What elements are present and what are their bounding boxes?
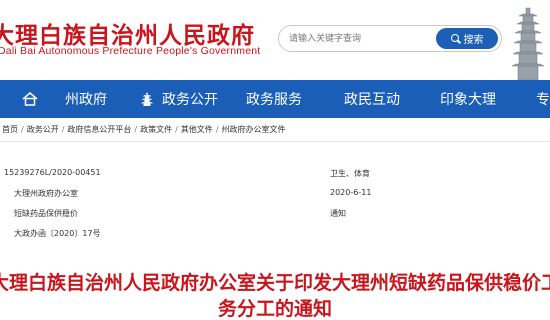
home-icon [22,92,38,106]
meta-title: 短缺药品保供稳价 [14,209,78,218]
meta-row: 短缺药品保供稳价 通知 [0,208,550,226]
nav-item-label: 政务公开 [162,92,218,108]
breadcrumb-separator: / [215,125,219,134]
search-icon [450,33,461,44]
meta-doc-number: 大政办函〔2020〕17号 [14,229,101,238]
breadcrumb-other-files[interactable]: 其他文件 [181,124,213,135]
search-button-label: 搜索 [463,35,484,46]
meta-doc-type: 通知 [330,209,346,218]
document-title-line1: 大理白族自治州人民政府办公室关于印发大理州短缺药品保供稳价工 [0,272,550,294]
breadcrumb-policy-files[interactable]: 政策文件 [140,124,172,135]
meta-row: 大理州政府办公室 2020-6-11 [0,188,550,206]
site-subtitle: Dali Bai Autonomous Prefecture People's … [0,45,261,57]
nav-item-prefecture-gov[interactable]: 州政府 [22,80,107,118]
nav-item-label: 专 [536,92,550,108]
nav-item-gov-services[interactable]: 政务服务 [246,80,302,118]
breadcrumb-separator: / [21,125,24,134]
pagoda-icon [140,92,154,106]
meta-row: 大政办函〔2020〕17号 [0,228,550,246]
document-title-line2: 务分工的通知 [217,298,332,320]
nav-item-gov-affairs-open[interactable]: 政务公开 [140,80,218,118]
pagoda-icon [506,4,550,80]
main-nav: 州政府 政务公开 政务服务 政民互动 印象大理 专 [0,80,550,118]
nav-item-special[interactable]: 专 [536,80,550,118]
breadcrumb-separator: / [134,125,138,134]
breadcrumb: 首页 / 政务公开 / 政府信息公开平台 / 政策文件 / 其他文件 / 州政府… [0,118,550,142]
breadcrumb-info-platform[interactable]: 政府信息公开平台 [67,124,131,135]
breadcrumb-office-files[interactable]: 州政府办公室文件 [222,124,286,135]
meta-index-number: 15239276L/2020-00451 [4,168,101,177]
meta-publisher: 大理州政府办公室 [14,189,78,198]
breadcrumb-separator: / [175,125,178,134]
meta-date: 2020-6-11 [330,188,372,197]
breadcrumb-gov-affairs-open[interactable]: 政务公开 [27,124,59,135]
nav-item-impression-dali[interactable]: 印象大理 [440,80,496,118]
nav-item-label: 政民互动 [344,92,400,108]
meta-row: 15239276L/2020-00451 卫生、体育 [0,168,550,186]
nav-item-label: 印象大理 [440,92,496,108]
search-input[interactable] [289,30,429,48]
nav-item-gov-public-interaction[interactable]: 政民互动 [344,80,400,118]
nav-item-label: 政务服务 [246,92,302,108]
meta-topic: 卫生、体育 [330,169,370,178]
breadcrumb-home[interactable]: 首页 [2,124,18,135]
nav-item-label: 州政府 [65,92,107,108]
site-header: 大理白族自治州人民政府 Dali Bai Autonomous Prefectu… [0,0,550,80]
breadcrumb-separator: / [61,125,65,134]
search-button[interactable]: 搜索 [436,28,498,49]
